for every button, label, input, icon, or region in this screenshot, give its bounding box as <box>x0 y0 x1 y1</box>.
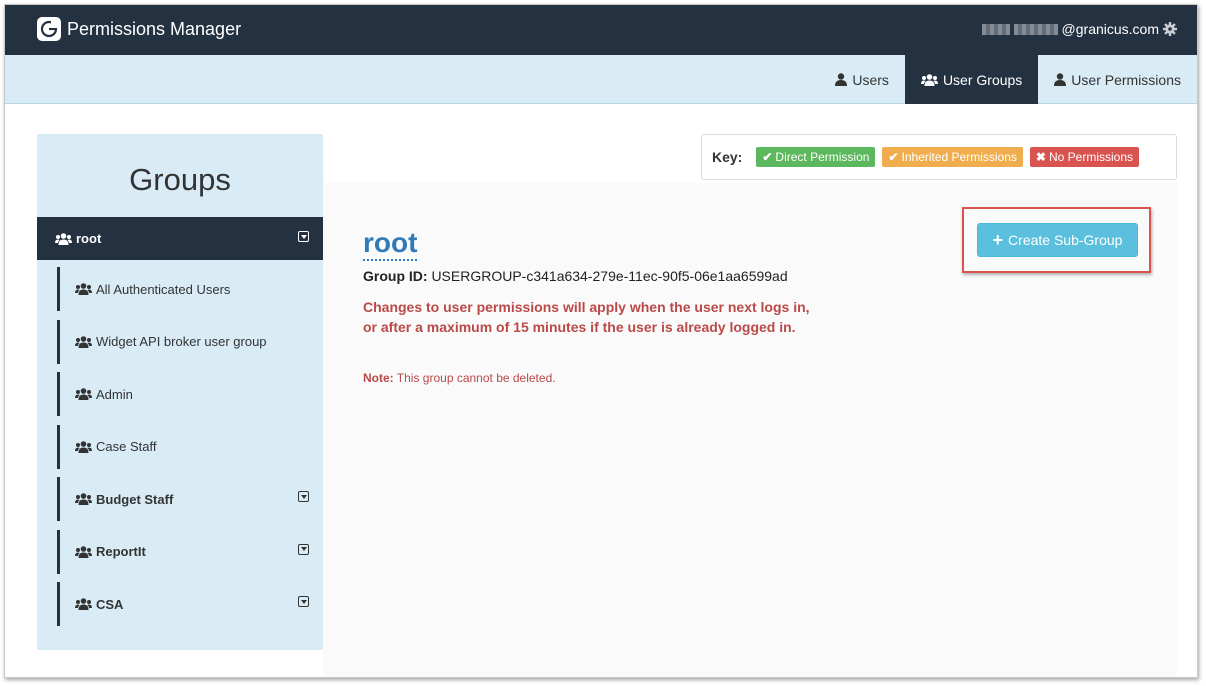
gear-icon[interactable] <box>1163 22 1177 36</box>
button-label: Create Sub-Group <box>1008 232 1123 248</box>
permissions-warning: Changes to user permissions will apply w… <box>363 299 810 335</box>
chevron-down-icon[interactable] <box>298 596 309 607</box>
sidebar-title: Groups <box>129 162 231 197</box>
users-icon <box>75 598 92 610</box>
sidebar-item-label: Admin <box>96 386 133 402</box>
tab-label: User Permissions <box>1071 71 1181 88</box>
users-icon <box>75 545 92 558</box>
sidebar-item-widget-api-broker[interactable]: Widget API broker user group <box>57 319 323 364</box>
chevron-down-icon[interactable] <box>298 491 309 502</box>
check-icon: ✔ <box>888 150 899 164</box>
sidebar-item-all-authenticated-users[interactable]: All Authenticated Users <box>57 267 323 311</box>
inherited-permission-badge: ✔ Inherited Permissions <box>882 147 1023 167</box>
tab-label: Users <box>852 71 889 88</box>
user-email: @granicus.com <box>1061 21 1159 37</box>
sidebar-item-csa[interactable]: CSA <box>57 582 323 626</box>
sidebar-item-label: root <box>76 231 102 246</box>
tab-label: User Groups <box>942 71 1023 88</box>
group-id: Group ID: USERGROUP-c341a634-279e-11ec-9… <box>363 268 788 284</box>
note-label: Note: <box>363 371 394 385</box>
chevron-down-icon[interactable] <box>298 231 309 242</box>
group-title[interactable]: root <box>363 227 418 261</box>
redacted-username <box>981 23 1010 35</box>
tab-user-groups[interactable]: User Groups <box>904 55 1039 104</box>
sidebar-item-label: Budget Staff <box>96 491 174 507</box>
chevron-down-icon[interactable] <box>298 543 309 555</box>
app-title: Permissions Manager <box>67 18 242 39</box>
redacted-username <box>1013 23 1058 35</box>
users-icon <box>75 335 92 348</box>
no-permission-badge: ✖ No Permissions <box>1029 147 1139 167</box>
sidebar-item-admin[interactable]: Admin <box>57 372 323 416</box>
check-icon: ✔ <box>762 150 773 164</box>
user-icon <box>835 73 848 86</box>
permission-key: Key: ✔ Direct Permission ✔ Inherited Per… <box>701 134 1177 180</box>
plus-icon: + <box>992 230 1004 250</box>
app-window: Permissions Manager @granicus.com Users … <box>4 4 1198 678</box>
sidebar-item-label: ReportIt <box>96 544 146 559</box>
sidebar-item-reportit[interactable]: ReportIt <box>57 529 323 574</box>
badge-label: Inherited Permissions <box>901 150 1017 164</box>
note-text: This group cannot be deleted. <box>396 371 556 385</box>
sidebar-item-label: All Authenticated Users <box>96 281 231 297</box>
delete-note: Note: This group cannot be deleted. <box>363 371 556 385</box>
sidebar-item-label: CSA <box>96 596 124 612</box>
sidebar-item-case-staff[interactable]: Case Staff <box>57 424 323 469</box>
badge-label: No Permissions <box>1048 150 1133 164</box>
section-nav: Users User Groups User Permissions <box>5 55 1197 104</box>
brand[interactable]: Permissions Manager <box>37 17 241 41</box>
users-icon <box>75 440 92 453</box>
direct-permission-badge: ✔ Direct Permission <box>756 147 876 167</box>
groups-sidebar: Groups root All Authenticated Users Widg… <box>37 134 323 650</box>
users-icon <box>55 232 72 245</box>
subgroup-list: All Authenticated Users Widget API broke… <box>57 267 323 635</box>
users-icon <box>75 283 92 295</box>
key-label: Key: <box>712 149 743 165</box>
top-navbar: Permissions Manager @granicus.com <box>5 5 1197 55</box>
tab-list: Users User Groups User Permissions <box>819 55 1197 104</box>
users-icon <box>75 388 92 400</box>
users-icon <box>75 493 92 505</box>
user-icon <box>1054 73 1067 86</box>
sidebar-item-label: Case Staff <box>96 439 157 454</box>
users-icon <box>920 73 938 86</box>
sidebar-item-root[interactable]: root <box>37 217 323 260</box>
group-id-value: USERGROUP-c341a634-279e-11ec-90f5-06e1aa… <box>431 268 788 284</box>
sidebar-item-label: Widget API broker user group <box>96 334 267 349</box>
x-icon: ✖ <box>1035 150 1046 164</box>
create-sub-group-button[interactable]: + Create Sub-Group <box>977 223 1138 257</box>
granicus-logo-icon <box>37 17 61 41</box>
tab-users[interactable]: Users <box>819 55 905 104</box>
user-menu[interactable]: @granicus.com <box>981 21 1177 37</box>
group-id-label: Group ID: <box>363 268 428 284</box>
sidebar-item-budget-staff[interactable]: Budget Staff <box>57 477 323 521</box>
tab-user-permissions[interactable]: User Permissions <box>1038 55 1197 104</box>
badge-label: Direct Permission <box>775 150 870 164</box>
